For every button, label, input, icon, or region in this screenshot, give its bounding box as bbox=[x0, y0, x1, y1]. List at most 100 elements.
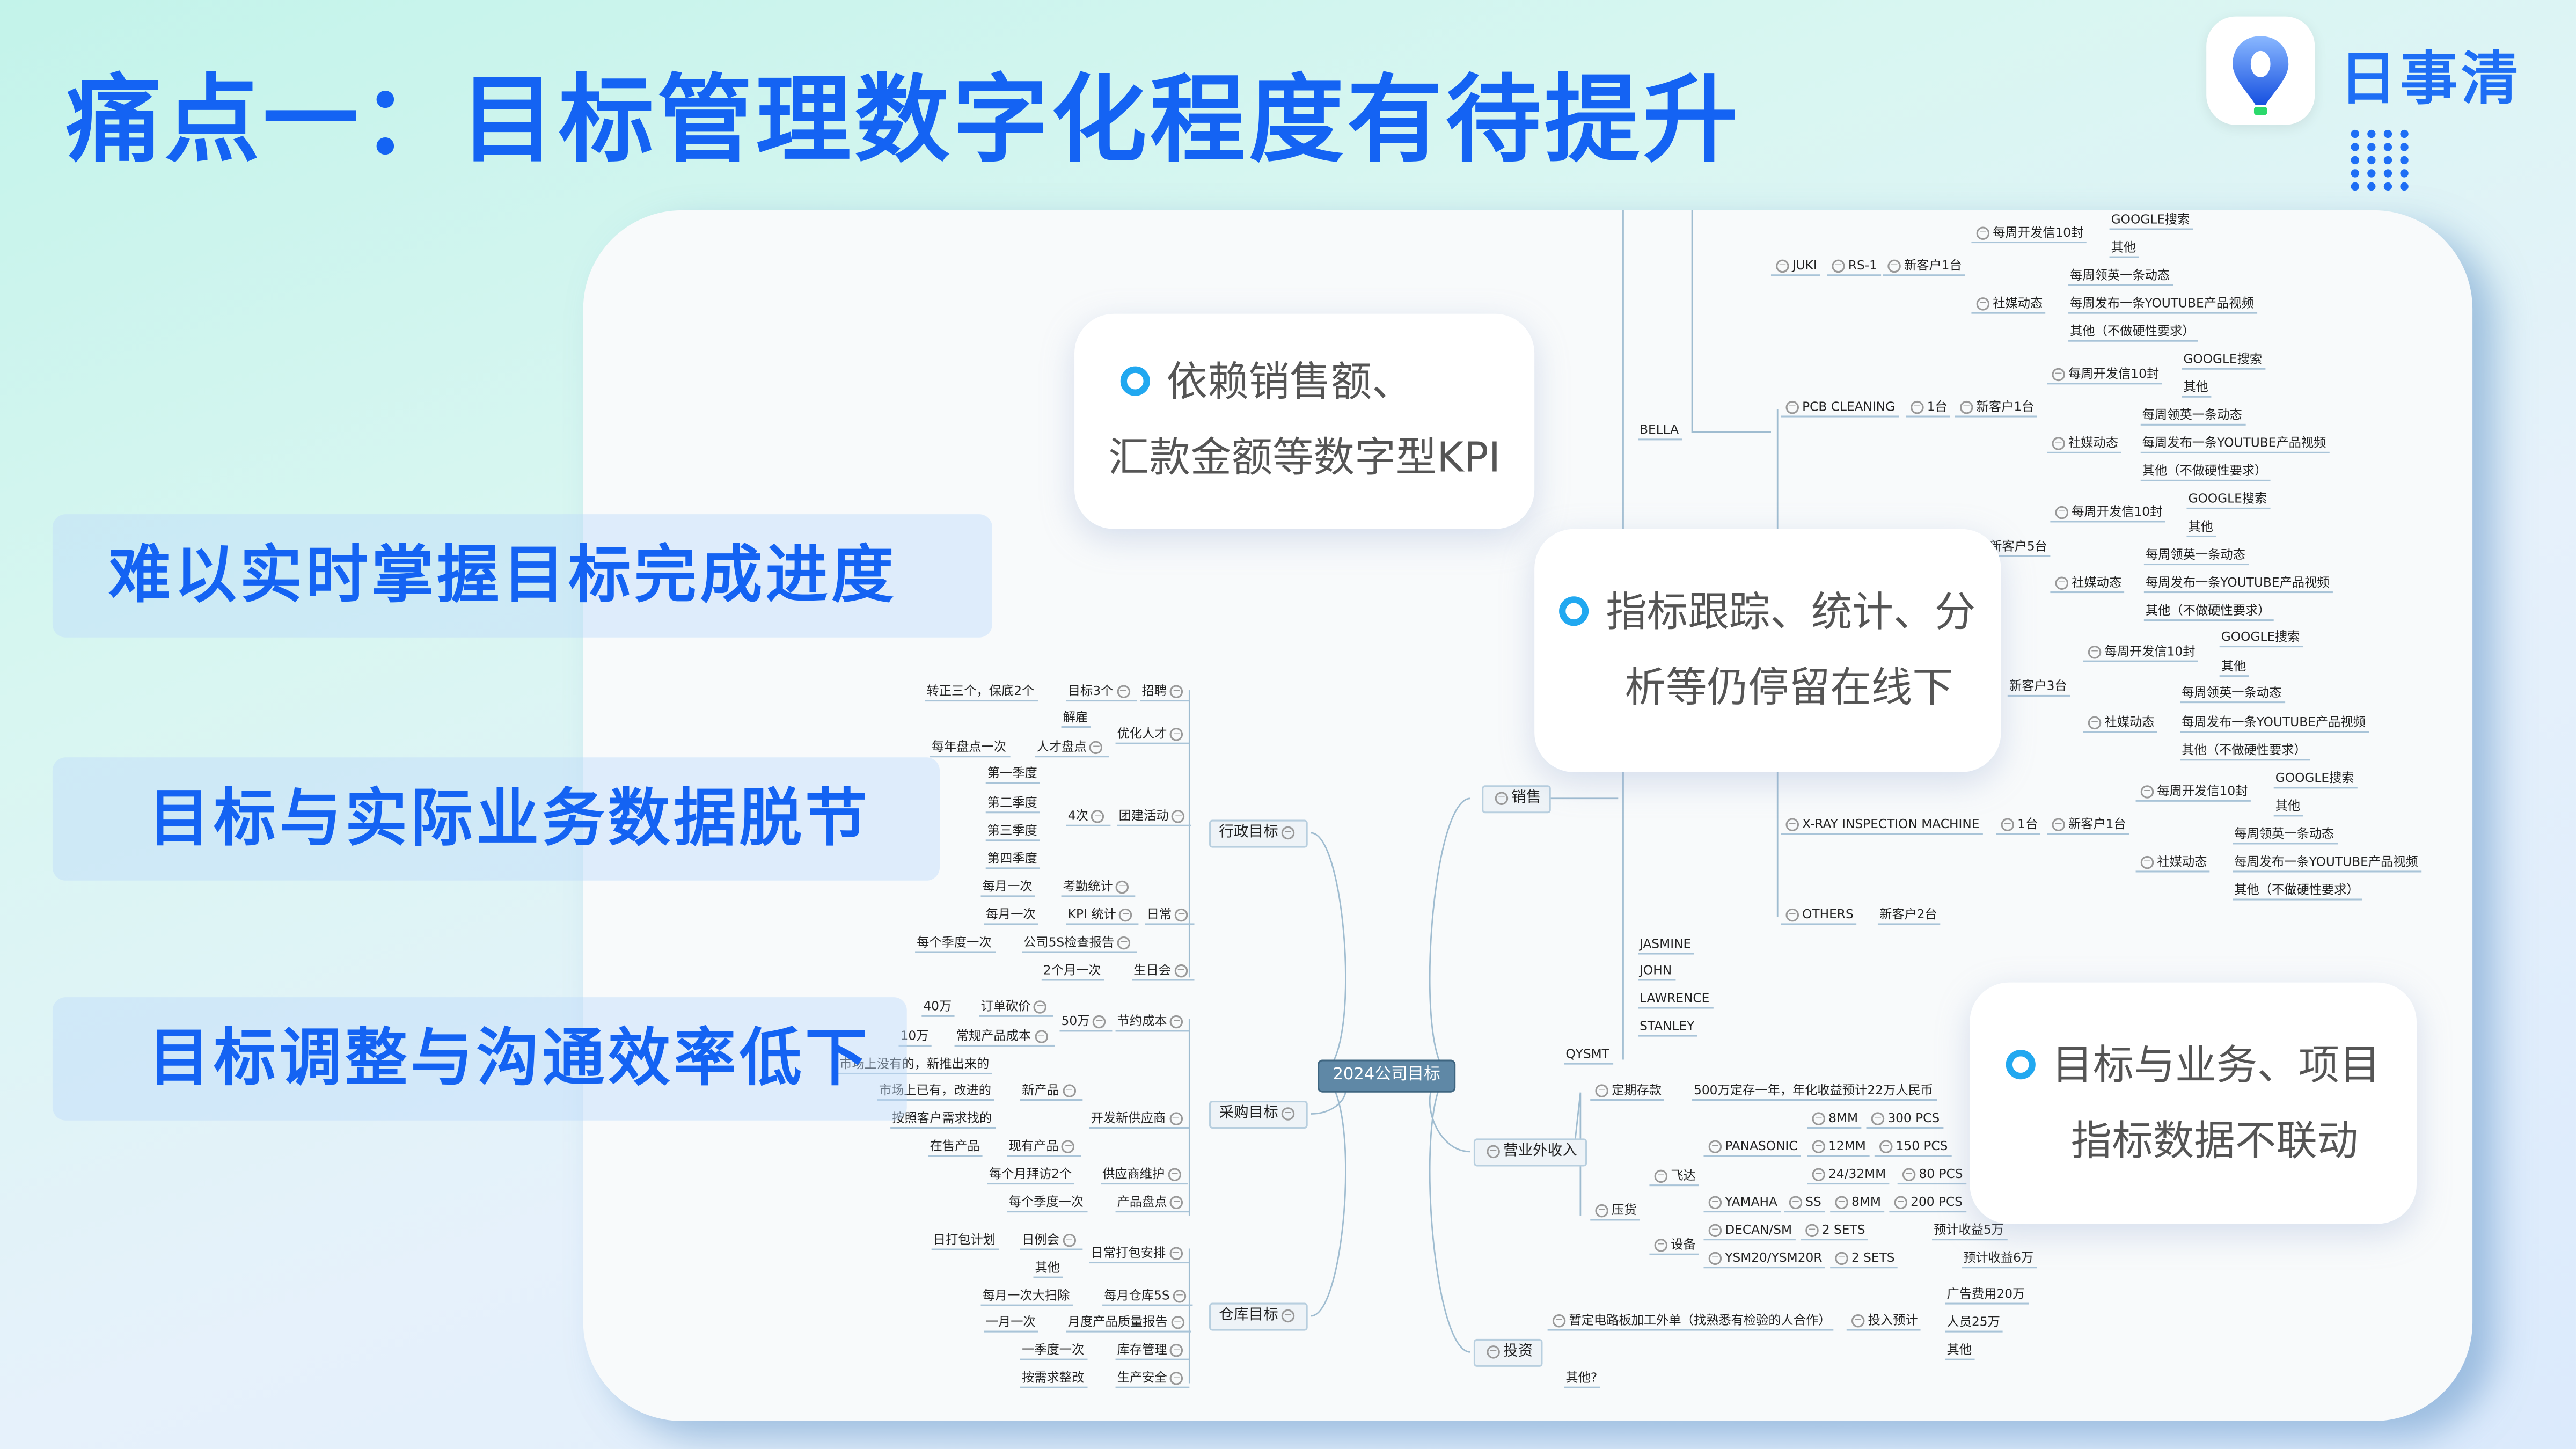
collapse-icon[interactable]: − bbox=[1062, 1140, 1075, 1153]
collapse-icon[interactable]: − bbox=[1170, 1316, 1184, 1329]
mindmap-node[interactable]: −8MM bbox=[1807, 1110, 1862, 1129]
mindmap-node[interactable]: JOHN bbox=[1638, 963, 1675, 981]
collapse-icon[interactable]: − bbox=[1174, 964, 1188, 978]
collapse-icon[interactable]: − bbox=[1871, 1112, 1885, 1125]
mindmap-node[interactable]: − 社媒动态 bbox=[1971, 296, 2046, 314]
mindmap-node[interactable]: 招聘 − bbox=[1140, 683, 1190, 702]
collapse-icon[interactable]: − bbox=[1062, 1233, 1076, 1247]
mindmap-node[interactable]: 人才盘点 − bbox=[1035, 740, 1110, 758]
mindmap-node[interactable]: 每月一次大扫除 bbox=[980, 1288, 1073, 1306]
collapse-icon[interactable]: − bbox=[2001, 818, 2015, 831]
mindmap-node[interactable]: − PCB CLEANING bbox=[1781, 399, 1899, 418]
mindmap-node[interactable]: 其他 bbox=[1033, 1260, 1064, 1278]
mindmap-node[interactable]: 解雇 bbox=[1061, 709, 1092, 728]
mindmap-node[interactable]: 每月一次 bbox=[984, 907, 1039, 925]
mindmap-node[interactable]: 订单砍价 − bbox=[979, 999, 1054, 1017]
mindmap-node[interactable]: 节约成本 − bbox=[1115, 1014, 1190, 1032]
collapse-icon[interactable]: − bbox=[1116, 880, 1130, 894]
collapse-icon[interactable]: − bbox=[1487, 1144, 1500, 1158]
mindmap-node[interactable]: 50万 − bbox=[1059, 1014, 1113, 1032]
mindmap-node[interactable]: −1台 bbox=[1905, 399, 1951, 418]
mindmap-node[interactable]: GOOGLE搜索 bbox=[2186, 491, 2271, 509]
collapse-icon[interactable]: − bbox=[1034, 1000, 1048, 1014]
collapse-icon[interactable]: − bbox=[1119, 908, 1133, 922]
mindmap-node[interactable]: − 社媒动态 bbox=[2050, 575, 2125, 594]
collapse-icon[interactable]: − bbox=[2052, 368, 2065, 382]
collapse-icon[interactable]: − bbox=[1170, 1015, 1184, 1029]
collapse-icon[interactable]: − bbox=[1170, 728, 1184, 741]
mindmap-node[interactable]: 每周发布一条YOUTUBE产品视频 bbox=[2180, 715, 2369, 733]
collapse-icon[interactable]: − bbox=[1835, 1252, 1848, 1265]
collapse-icon[interactable]: − bbox=[1902, 1168, 1916, 1182]
mindmap-node[interactable]: − DECAN/SM bbox=[1703, 1223, 1796, 1241]
collapse-icon[interactable]: − bbox=[2140, 785, 2154, 799]
mindmap-node[interactable]: KPI 统计 − bbox=[1066, 907, 1139, 925]
mindmap-node[interactable]: 每周领英一条动态 bbox=[2180, 685, 2285, 704]
mindmap-node[interactable]: 一季度一次 bbox=[1020, 1342, 1088, 1360]
mindmap-node[interactable]: 每年盘点一次 bbox=[930, 740, 1010, 758]
collapse-icon[interactable]: − bbox=[1091, 810, 1105, 823]
mindmap-branch-node[interactable]: 采购目标 − bbox=[1209, 1101, 1308, 1129]
mindmap-node[interactable]: 其他（不做硬性要求） bbox=[2143, 603, 2274, 621]
mindmap-node[interactable]: 4次 − bbox=[1066, 808, 1111, 826]
collapse-icon[interactable]: − bbox=[1062, 1084, 1076, 1097]
mindmap-node[interactable]: −8MM bbox=[1830, 1194, 1885, 1213]
mindmap-node[interactable]: LAWRENCE bbox=[1638, 991, 1713, 1009]
collapse-icon[interactable]: − bbox=[1776, 259, 1789, 273]
mindmap-node[interactable]: 每月仓库5S − bbox=[1102, 1288, 1193, 1306]
mindmap-node[interactable]: GOOGLE搜索 bbox=[2182, 352, 2266, 370]
collapse-icon[interactable]: − bbox=[1281, 1308, 1295, 1322]
mindmap-node[interactable]: 一月一次 bbox=[984, 1314, 1039, 1333]
mindmap-node[interactable]: 人员25万 bbox=[1945, 1314, 2003, 1333]
collapse-icon[interactable]: − bbox=[1911, 400, 1924, 414]
mindmap-node[interactable]: STANLEY bbox=[1638, 1019, 1698, 1037]
mindmap-node[interactable]: 供应商维护 − bbox=[1101, 1166, 1188, 1185]
mindmap-node[interactable]: 其他? bbox=[1564, 1370, 1601, 1388]
mindmap-node[interactable]: − SS bbox=[1784, 1194, 1825, 1213]
collapse-icon[interactable]: − bbox=[1173, 1290, 1187, 1303]
collapse-icon[interactable]: − bbox=[1894, 1196, 1908, 1210]
mindmap-node[interactable]: 每周领英一条动态 bbox=[2143, 547, 2249, 566]
mindmap-node[interactable]: 日打包计划 bbox=[931, 1232, 999, 1250]
collapse-icon[interactable]: − bbox=[1832, 259, 1845, 273]
mindmap-node[interactable]: 第四季度 bbox=[985, 851, 1041, 869]
mindmap-node[interactable]: 每周发布一条YOUTUBE产品视频 bbox=[2233, 854, 2421, 873]
mindmap-node[interactable]: −2 SETS bbox=[1830, 1250, 1898, 1269]
collapse-icon[interactable]: − bbox=[1851, 1314, 1865, 1328]
mindmap-node[interactable]: 日常打包安排 − bbox=[1089, 1245, 1189, 1264]
mindmap-node[interactable]: 新客户2台 bbox=[1877, 907, 1941, 925]
mindmap-node[interactable]: − 社媒动态 bbox=[2135, 854, 2211, 873]
mindmap-node[interactable]: 日常 − bbox=[1145, 907, 1195, 925]
collapse-icon[interactable]: − bbox=[1835, 1196, 1848, 1210]
mindmap-node[interactable]: − JUKI bbox=[1770, 258, 1820, 276]
collapse-icon[interactable]: − bbox=[1170, 685, 1183, 699]
collapse-icon[interactable]: − bbox=[1812, 1168, 1825, 1182]
collapse-icon[interactable]: − bbox=[1654, 1239, 1668, 1252]
mindmap-node[interactable]: JASMINE bbox=[1638, 936, 1695, 955]
collapse-icon[interactable]: − bbox=[1281, 825, 1295, 839]
mindmap-node[interactable]: 每周领英一条动态 bbox=[2233, 826, 2338, 845]
collapse-icon[interactable]: − bbox=[1960, 400, 1973, 414]
collapse-icon[interactable]: − bbox=[2088, 646, 2102, 659]
mindmap-node[interactable]: 2个月一次 bbox=[1041, 963, 1104, 981]
mindmap-node[interactable]: 每个季度一次 bbox=[1007, 1194, 1087, 1213]
mindmap-node[interactable]: −80 PCS bbox=[1897, 1166, 1966, 1185]
mindmap-node[interactable]: 常规产品成本 − bbox=[954, 1028, 1054, 1046]
mindmap-node[interactable]: − 暂定电路板加工外单（找熟悉有检验的人合作） bbox=[1547, 1313, 1834, 1331]
collapse-icon[interactable]: − bbox=[1708, 1252, 1722, 1265]
collapse-icon[interactable]: − bbox=[1281, 1106, 1295, 1120]
mindmap-node[interactable]: − 设备 bbox=[1649, 1237, 1699, 1255]
collapse-icon[interactable]: − bbox=[1170, 1344, 1184, 1357]
collapse-icon[interactable]: − bbox=[1116, 685, 1130, 699]
mindmap-node[interactable]: −24/32MM bbox=[1807, 1166, 1890, 1185]
mindmap-node[interactable]: 库存管理 − bbox=[1115, 1342, 1190, 1360]
mindmap-node[interactable]: 其他（不做硬性要求） bbox=[2140, 463, 2271, 481]
collapse-icon[interactable]: − bbox=[1170, 1196, 1184, 1210]
mindmap-node[interactable]: 每周领英一条动态 bbox=[2140, 407, 2245, 426]
mindmap-node[interactable]: 按需求整改 bbox=[1020, 1370, 1088, 1388]
mindmap-node[interactable]: 其他（不做硬性要求） bbox=[2233, 882, 2362, 901]
mindmap-node[interactable]: 其他（不做硬性要求） bbox=[2068, 324, 2198, 342]
mindmap-node[interactable]: 500万定存一年，年化收益预计22万人民币 bbox=[1692, 1082, 1937, 1101]
mindmap-node[interactable]: 其他 bbox=[2109, 240, 2140, 258]
mindmap-node[interactable]: − 定期存款 bbox=[1590, 1082, 1665, 1101]
